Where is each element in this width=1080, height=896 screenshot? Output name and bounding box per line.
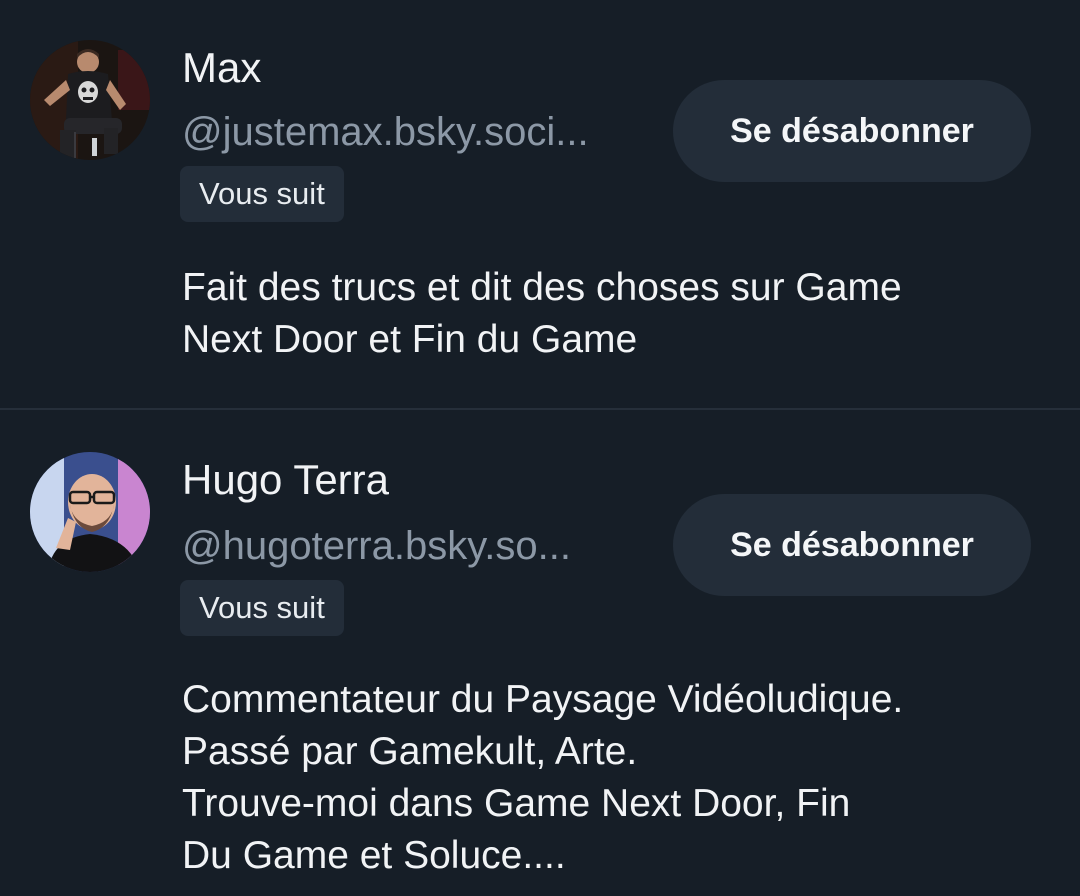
handle: @justemax.bsky.soci... (182, 110, 589, 154)
profile-bio: Commentateur du Paysage Vidéoludique. Pa… (182, 678, 904, 877)
unfollow-button[interactable]: Se désabonner (673, 494, 1031, 596)
profile-card[interactable]: Hugo Terra @hugoterra.bsky.so... Vous su… (0, 410, 1080, 896)
display-name[interactable]: Max (182, 42, 261, 94)
display-name[interactable]: Hugo Terra (182, 454, 389, 506)
follows-you-badge: Vous suit (180, 580, 344, 636)
avatar[interactable] (30, 40, 150, 160)
handle: @hugoterra.bsky.so... (182, 524, 571, 568)
follows-you-badge: Vous suit (180, 166, 344, 222)
profile-bio: Fait des trucs et dit des choses sur Gam… (182, 266, 902, 361)
unfollow-button[interactable]: Se désabonner (673, 80, 1031, 182)
follow-list: Max @justemax.bsky.soci... Vous suit Se … (0, 0, 1080, 896)
profile-card[interactable]: Max @justemax.bsky.soci... Vous suit Se … (0, 0, 1080, 408)
avatar[interactable] (30, 452, 150, 572)
